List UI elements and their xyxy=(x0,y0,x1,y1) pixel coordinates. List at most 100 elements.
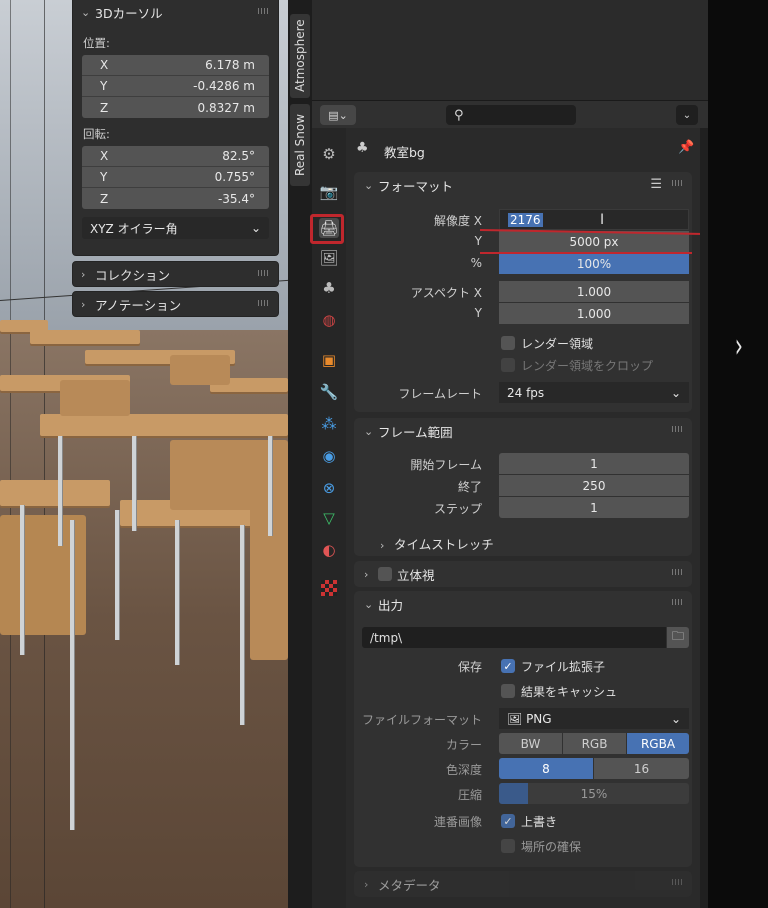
output-header[interactable]: ⌄ 出力 xyxy=(354,591,692,617)
physics-icon[interactable]: ◉ xyxy=(319,446,339,466)
color-bw-button[interactable]: BW xyxy=(499,733,562,754)
scene-icon[interactable]: ♣ xyxy=(319,278,339,298)
data-icon[interactable]: ▽ xyxy=(319,508,339,528)
file-format-label: ファイルフォーマット xyxy=(361,713,482,727)
drag-grip-icon[interactable] xyxy=(672,426,684,432)
aspect-x-field[interactable]: 1.000 xyxy=(499,281,689,302)
metadata-panel[interactable]: › メタデータ xyxy=(354,871,692,897)
frame-start-field[interactable]: 1 xyxy=(499,453,689,474)
location-y-field[interactable]: Y -0.4286 m xyxy=(82,76,269,97)
rotation-z-field[interactable]: Z -35.4° xyxy=(82,188,269,209)
location-z-field[interactable]: Z 0.8327 m xyxy=(82,97,269,118)
stereoscopy-panel[interactable]: › 立体視 xyxy=(354,561,692,587)
output-path-input[interactable]: /tmp\ xyxy=(362,627,666,648)
crop-region-checkbox[interactable] xyxy=(501,358,515,372)
desk-leg xyxy=(268,436,272,536)
rotation-mode-dropdown[interactable]: XYZ オイラー角 ⌄ xyxy=(82,217,269,239)
render-icon[interactable]: 📷 xyxy=(319,182,339,202)
text-cursor-icon: I xyxy=(600,211,605,228)
options-dropdown[interactable]: ⌄ xyxy=(676,105,698,125)
cache-result-checkbox[interactable] xyxy=(501,684,515,698)
desk-leg xyxy=(70,520,74,830)
chevron-down-icon: ⌄ xyxy=(364,424,374,438)
desk-leg xyxy=(240,525,244,725)
resolution-percent-field[interactable]: 100% xyxy=(499,253,689,274)
frame-rate-dropdown[interactable]: 24 fps ⌄ xyxy=(499,382,689,403)
render-region-label: レンダー領域 xyxy=(521,337,594,351)
time-stretch-subpanel[interactable]: › タイムストレッチ xyxy=(380,534,494,553)
collection-panel[interactable]: › コレクション xyxy=(72,261,279,287)
3d-cursor-header[interactable]: ⌄ 3Dカーソル xyxy=(73,0,278,24)
next-arrow-icon[interactable]: › xyxy=(735,326,743,366)
red-underline xyxy=(480,252,692,254)
file-extension-checkbox[interactable]: ✓ xyxy=(501,659,515,673)
world-icon[interactable]: ◍ xyxy=(319,310,339,330)
scrollbar[interactable] xyxy=(700,128,708,908)
rotation-y-field[interactable]: Y 0.755° xyxy=(82,167,269,188)
pin-icon[interactable]: 📌 xyxy=(678,140,694,155)
material-icon[interactable]: ◐ xyxy=(319,540,339,560)
output-panel: ⌄ 出力 /tmp\ 🗀 保存 ✓ ファイル拡張子 結果をキャッシュ ファイルフォ… xyxy=(354,591,692,867)
panel-title: コレクション xyxy=(95,267,171,283)
panel-title: フォーマット xyxy=(378,178,454,194)
color-label: カラー xyxy=(445,738,482,752)
desk-leg xyxy=(115,510,119,640)
stereoscopy-checkbox[interactable] xyxy=(378,567,392,581)
depth-16-button[interactable]: 16 xyxy=(594,758,689,779)
texture-icon[interactable] xyxy=(321,580,337,596)
file-extension-label: ファイル拡張子 xyxy=(521,660,606,674)
save-label: 保存 xyxy=(457,660,482,674)
search-input[interactable]: ⚲ xyxy=(446,105,576,125)
format-panel: ⌄ フォーマット ☰ 解像度 X 2176 I Y 5000 px % 100% ア… xyxy=(354,172,705,412)
particles-icon[interactable]: ⁂ xyxy=(319,414,339,434)
object-icon[interactable]: ▣ xyxy=(319,350,339,370)
render-region-checkbox[interactable] xyxy=(501,336,515,350)
drag-grip-icon[interactable] xyxy=(672,599,684,605)
file-format-dropdown[interactable]: 🖼 PNG ⌄ xyxy=(499,708,689,729)
percent-label: % xyxy=(470,256,482,270)
location-x-field[interactable]: X 6.178 m xyxy=(82,55,269,76)
frame-step-field[interactable]: 1 xyxy=(499,497,689,518)
placeholders-checkbox[interactable] xyxy=(501,839,515,853)
grid-line xyxy=(10,0,11,908)
editor-type-button[interactable]: ▤⌄ xyxy=(320,105,356,125)
format-header[interactable]: ⌄ フォーマット ☰ xyxy=(354,172,692,198)
drag-grip-icon[interactable] xyxy=(672,569,684,575)
modifier-icon[interactable]: 🔧 xyxy=(319,382,339,402)
drag-grip-icon[interactable] xyxy=(258,8,270,14)
overwrite-checkbox[interactable]: ✓ xyxy=(501,814,515,828)
view-layer-icon[interactable]: 🖼 xyxy=(319,248,339,268)
chevron-right-icon: › xyxy=(380,539,385,552)
frame-range-header[interactable]: ⌄ フレーム範囲 xyxy=(354,418,692,444)
constraints-icon[interactable]: ⊗ xyxy=(319,478,339,498)
depth-8-button[interactable]: 8 xyxy=(499,758,593,779)
annotation-panel[interactable]: › アノテーション xyxy=(72,291,279,317)
color-rgb-button[interactable]: RGB xyxy=(563,733,626,754)
tab-real-snow[interactable]: Real Snow xyxy=(290,104,310,186)
3d-viewport[interactable]: ⌄ 3Dカーソル 位置: X 6.178 m Y -0.4286 m Z 0.8327 … xyxy=(0,0,288,908)
aspect-y-field[interactable]: 1.000 xyxy=(499,303,689,324)
frame-rate-label: フレームレート xyxy=(398,387,482,401)
chevron-right-icon: › xyxy=(364,877,369,891)
image-icon: 🖼 xyxy=(507,711,527,726)
folder-icon[interactable]: 🗀 xyxy=(667,627,689,648)
compression-slider[interactable]: 15% xyxy=(499,783,689,804)
overwrite-label: 上書き xyxy=(521,815,558,829)
presets-list-icon[interactable]: ☰ xyxy=(650,177,662,192)
chevron-down-icon: ⌄ xyxy=(682,109,692,121)
tool-icon[interactable]: ⚙ xyxy=(319,144,339,164)
color-rgba-button[interactable]: RGBA xyxy=(627,733,689,754)
properties-header: ▤⌄ ⚲ ⌄ xyxy=(312,100,708,128)
frame-end-field[interactable]: 250 xyxy=(499,475,689,496)
drag-grip-icon[interactable] xyxy=(258,300,270,306)
resolution-x-field[interactable]: 2176 I xyxy=(499,209,689,230)
drag-grip-icon[interactable] xyxy=(672,180,684,186)
aspect-x-label: アスペクト X xyxy=(410,286,482,300)
cache-result-label: 結果をキャッシュ xyxy=(521,685,618,699)
tab-atmosphere[interactable]: Atmosphere xyxy=(290,14,310,98)
chevron-down-icon: ⌄ xyxy=(364,178,374,192)
rotation-x-field[interactable]: X 82.5° xyxy=(82,146,269,167)
drag-grip-icon[interactable] xyxy=(258,270,270,276)
chevron-right-icon: › xyxy=(364,567,369,581)
drag-grip-icon[interactable] xyxy=(672,879,684,885)
